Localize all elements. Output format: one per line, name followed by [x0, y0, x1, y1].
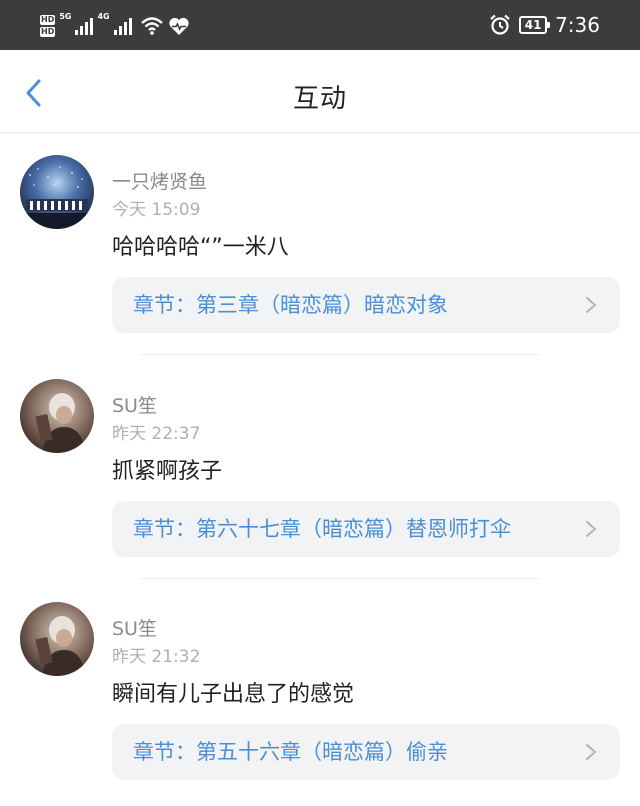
battery-icon: 41 [519, 16, 551, 34]
chevron-right-icon [586, 521, 597, 537]
network-type-5g: 5G [59, 12, 72, 21]
signal-icon [75, 17, 94, 35]
avatar[interactable] [20, 155, 94, 229]
hd-label-top: HD [40, 15, 56, 25]
list-item: 一只烤贤鱼 今天 15:09 哈哈哈哈“”一米八 章节：第三章（暗恋篇）暗恋对象 [0, 133, 640, 357]
chevron-right-icon [586, 744, 597, 760]
username[interactable]: SU笙 [112, 391, 157, 418]
hd-label-bottom: HD [40, 27, 56, 37]
person-portrait-avatar-image [20, 602, 94, 676]
comment-text: 瞬间有儿子出息了的感觉 [112, 682, 355, 707]
chapter-link[interactable]: 章节：第三章（暗恋篇）暗恋对象 [112, 277, 620, 333]
page-title: 互动 [292, 84, 347, 114]
status-bar-left: HD HD 5G 4G [40, 12, 190, 38]
comment-text: 哈哈哈哈“”一米八 [112, 235, 289, 260]
chapter-label: 章节：第三章（暗恋篇）暗恋对象 [133, 293, 448, 317]
username[interactable]: SU笙 [112, 614, 157, 641]
clock: 7:36 [555, 13, 600, 37]
chapter-link[interactable]: 章节：第六十七章（暗恋篇）替恩师打伞 [112, 501, 620, 557]
hd-indicator: HD HD [40, 14, 56, 38]
status-bar-right: 41 7:36 [489, 12, 600, 38]
stadium-night-avatar-image [20, 155, 94, 229]
alarm-icon [490, 14, 510, 35]
signal-icon-2 [113, 17, 132, 35]
divider [140, 354, 540, 355]
chapter-link[interactable]: 章节：第五十六章（暗恋篇）偷亲 [112, 724, 620, 780]
avatar[interactable] [20, 379, 94, 453]
timestamp: 今天 15:09 [112, 200, 201, 220]
chevron-right-icon [586, 297, 597, 313]
person-portrait-avatar-image [20, 379, 94, 453]
list-item: SU笙 昨天 22:37 抓紧啊孩子 章节：第六十七章（暗恋篇）替恩师打伞 [0, 357, 640, 581]
status-bar: HD HD 5G 4G 41 7:36 [0, 0, 640, 50]
comment-text: 抓紧啊孩子 [112, 459, 223, 484]
timestamp: 昨天 21:32 [112, 647, 201, 667]
chapter-label: 章节：第六十七章（暗恋篇）替恩师打伞 [133, 517, 511, 541]
network-type-4g: 4G [97, 12, 110, 21]
wifi-icon [140, 17, 163, 35]
timestamp: 昨天 22:37 [112, 424, 201, 444]
divider [140, 578, 540, 579]
avatar[interactable] [20, 602, 94, 676]
heart-pulse-icon [169, 17, 189, 35]
list-item: SU笙 昨天 21:32 瞬间有儿子出息了的感觉 章节：第五十六章（暗恋篇）偷亲 [0, 580, 640, 804]
chapter-label: 章节：第五十六章（暗恋篇）偷亲 [133, 740, 448, 764]
navigation-bar: 互动 [0, 50, 640, 133]
username[interactable]: 一只烤贤鱼 [112, 167, 207, 194]
